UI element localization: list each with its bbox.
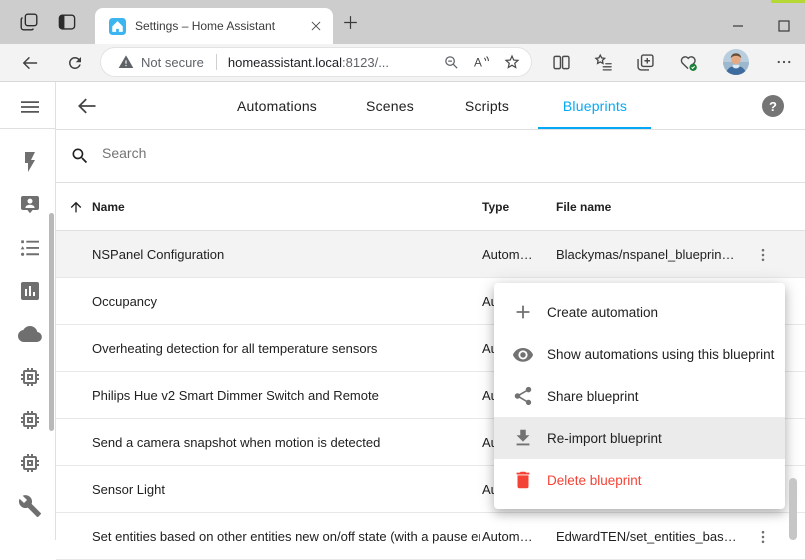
menu-icon[interactable] xyxy=(18,95,42,119)
browser-toolbar: Not secure homeassistant.local :8123/...… xyxy=(0,44,805,82)
back-arrow-icon[interactable] xyxy=(75,94,99,118)
security-label[interactable]: Not secure xyxy=(141,55,204,70)
menu-item-reimport-blueprint[interactable]: Re-import blueprint xyxy=(494,417,785,459)
active-tab-underline xyxy=(538,127,651,129)
tab-title: Settings – Home Assistant xyxy=(135,19,309,33)
account-badge-icon[interactable] xyxy=(18,193,42,217)
browser-essentials-icon[interactable] xyxy=(677,51,699,73)
new-tab-icon[interactable] xyxy=(341,13,360,32)
minimize-button[interactable] xyxy=(727,15,749,37)
row-overflow-menu-icon[interactable] xyxy=(752,244,774,266)
home-assistant-favicon xyxy=(109,18,126,35)
address-suffix[interactable]: :8123/... xyxy=(342,55,389,70)
tab-stack-icon[interactable] xyxy=(18,11,40,33)
profile-avatar[interactable] xyxy=(723,49,749,75)
sidebar-divider xyxy=(0,128,55,129)
wrench-icon[interactable] xyxy=(18,494,42,518)
column-file-name[interactable]: File name xyxy=(556,200,611,214)
address-bar[interactable]: Not secure homeassistant.local :8123/...… xyxy=(100,47,532,77)
menu-item-create-automation[interactable]: Create automation xyxy=(494,291,785,333)
tab-automations[interactable]: Automations xyxy=(237,82,317,130)
table-header: Name Type File name xyxy=(56,183,805,231)
split-screen-icon[interactable] xyxy=(550,51,572,73)
maximize-button[interactable] xyxy=(773,15,795,37)
workspaces-icon[interactable] xyxy=(56,11,78,33)
eye-icon xyxy=(512,343,534,365)
refresh-icon[interactable] xyxy=(63,52,87,74)
sidebar xyxy=(0,82,56,540)
chip-icon[interactable] xyxy=(18,451,42,475)
search-icon xyxy=(70,146,90,166)
favorites-icon[interactable] xyxy=(592,51,614,73)
browser-titlebar: Settings – Home Assistant xyxy=(0,0,805,44)
sidebar-scrollbar[interactable] xyxy=(49,213,54,431)
tab-blueprints[interactable]: Blueprints xyxy=(563,82,627,130)
more-options-icon[interactable] xyxy=(774,52,794,72)
delete-icon xyxy=(512,469,534,491)
column-name[interactable]: Name xyxy=(92,200,125,214)
download-icon xyxy=(512,427,534,449)
tab-scripts[interactable]: Scripts xyxy=(465,82,509,130)
tab-scenes[interactable]: Scenes xyxy=(366,82,414,130)
share-icon xyxy=(512,385,534,407)
screen-edge-strip xyxy=(771,0,805,3)
address-divider xyxy=(216,54,217,70)
chip-icon[interactable] xyxy=(18,408,42,432)
search-input[interactable] xyxy=(100,144,504,162)
read-aloud-icon[interactable]: A xyxy=(472,53,491,72)
menu-item-show-automations[interactable]: Show automations using this blueprint xyxy=(494,333,785,375)
address-host[interactable]: homeassistant.local xyxy=(228,55,342,70)
page-scrollbar[interactable] xyxy=(789,478,797,540)
bolt-icon[interactable] xyxy=(18,150,42,174)
collections-icon[interactable] xyxy=(634,51,656,73)
help-icon[interactable]: ? xyxy=(762,95,784,117)
svg-text:A: A xyxy=(474,55,482,69)
cloud-icon[interactable] xyxy=(18,322,42,346)
chip-icon[interactable] xyxy=(18,365,42,389)
chart-box-icon[interactable] xyxy=(18,279,42,303)
zoom-out-icon[interactable] xyxy=(443,54,460,71)
favorite-star-icon[interactable] xyxy=(503,53,521,71)
back-icon[interactable] xyxy=(18,52,42,74)
blueprint-context-menu: Create automation Show automations using… xyxy=(494,283,785,509)
close-tab-icon[interactable] xyxy=(309,19,323,33)
warning-triangle-icon xyxy=(118,54,134,70)
plus-icon xyxy=(512,301,534,323)
sort-ascending-icon[interactable] xyxy=(68,199,84,215)
table-row[interactable]: NSPanel Configuration Autom… Blackymas/n… xyxy=(56,231,805,278)
menu-item-share-blueprint[interactable]: Share blueprint xyxy=(494,375,785,417)
menu-item-delete-blueprint[interactable]: Delete blueprint xyxy=(494,459,785,501)
list-icon[interactable] xyxy=(18,236,42,260)
row-overflow-menu-icon[interactable] xyxy=(752,526,774,548)
search-row xyxy=(56,130,805,183)
table-row[interactable]: Set entities based on other entities new… xyxy=(56,513,805,560)
browser-tab[interactable]: Settings – Home Assistant xyxy=(95,8,333,44)
column-type[interactable]: Type xyxy=(482,200,509,214)
app-header: Automations Scenes Scripts Blueprints ? xyxy=(56,82,805,130)
